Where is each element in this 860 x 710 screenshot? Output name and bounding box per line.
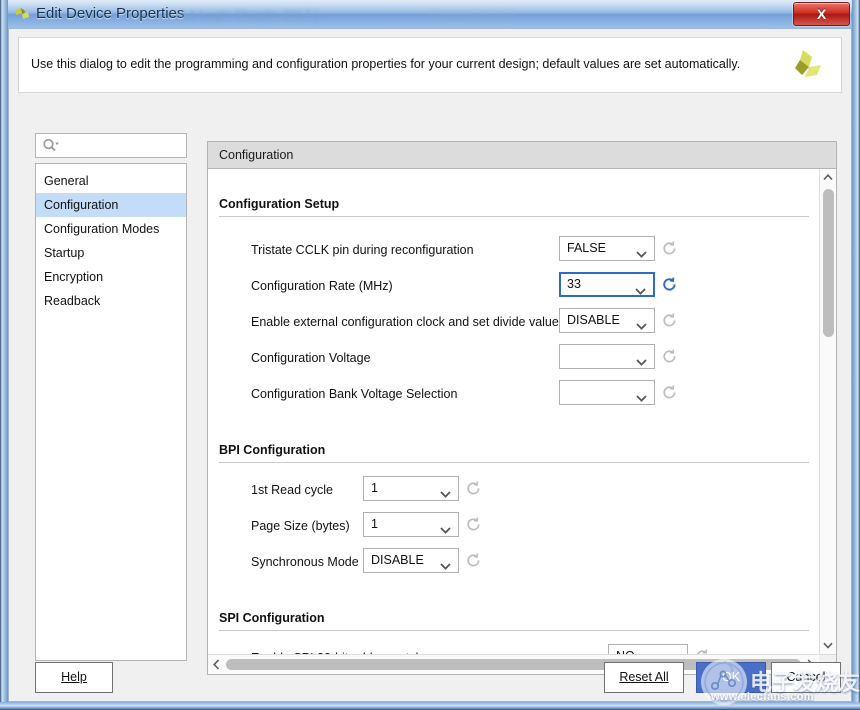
vivado-logo-icon <box>14 7 30 22</box>
info-banner: Use this dialog to edit the programming … <box>18 37 842 93</box>
sidebar-item-label: Readback <box>44 294 100 308</box>
field-label-synchronous-mode: Synchronous Mode <box>251 555 359 569</box>
vertical-scrollbar[interactable] <box>819 169 836 654</box>
field-label-external-config-clock: Enable external configuration clock and … <box>251 315 559 329</box>
reset-icon-configuration-rate[interactable] <box>662 277 677 292</box>
xilinx-logo-icon <box>783 48 823 86</box>
chevron-down-icon <box>636 245 647 252</box>
scroll-left-button[interactable] <box>208 655 225 674</box>
section-title-configuration-setup: Configuration Setup <box>219 197 339 211</box>
field-label-configuration-voltage: Configuration Voltage <box>251 351 371 365</box>
chevron-down-icon <box>636 317 647 324</box>
title-bar: Edit Device Properties 4.1 Logic Shapite… <box>0 0 860 28</box>
field-label-first-read-cycle: 1st Read cycle <box>251 483 333 497</box>
combo-value: 1 <box>371 481 378 495</box>
scroll-up-button[interactable] <box>820 169 836 186</box>
chevron-down-icon <box>635 282 646 289</box>
section-divider <box>219 462 809 463</box>
combo-tristate-cclk[interactable]: FALSE <box>559 236 655 261</box>
reset-icon-config-bank-voltage[interactable] <box>662 385 677 400</box>
help-button[interactable]: Help <box>35 662 113 693</box>
sidebar-item-label: Encryption <box>44 270 103 284</box>
chevron-down-icon <box>440 521 451 528</box>
combo-config-bank-voltage[interactable] <box>559 380 655 405</box>
combo-value: DISABLE <box>371 553 424 567</box>
ok-button[interactable]: OK <box>696 662 766 693</box>
reset-icon-external-config-clock[interactable] <box>662 313 677 328</box>
reset-icon-tristate-cclk[interactable] <box>662 241 677 256</box>
window-frame-bottom <box>0 702 860 710</box>
close-button[interactable]: X <box>793 2 850 26</box>
combo-value: DISABLE <box>567 313 620 327</box>
combo-external-config-clock[interactable]: DISABLE <box>559 308 655 333</box>
window-title-ghost: 4.1 Logic Shapite 2017 ) <box>178 7 319 22</box>
help-button-label: Help <box>61 670 87 684</box>
reset-all-button-label: Reset All <box>619 670 668 684</box>
window-title: Edit Device Properties <box>36 5 184 22</box>
field-label-configuration-rate: Configuration Rate (MHz) <box>251 279 393 293</box>
reset-icon-synchronous-mode[interactable] <box>466 553 481 568</box>
sidebar-item-encryption[interactable]: Encryption <box>36 265 186 289</box>
combo-first-read-cycle[interactable]: 1 <box>363 476 459 501</box>
field-label-config-bank-voltage: Configuration Bank Voltage Selection <box>251 387 457 401</box>
sidebar-item-label: Configuration Modes <box>44 222 159 236</box>
sidebar-item-general[interactable]: General <box>36 169 186 193</box>
reset-icon-page-size[interactable] <box>466 517 481 532</box>
sidebar-item-readback[interactable]: Readback <box>36 289 186 313</box>
chevron-down-icon <box>440 485 451 492</box>
window-frame-right <box>852 0 860 710</box>
chevron-down-icon <box>440 557 451 564</box>
section-title-spi-configuration: SPI Configuration <box>219 611 325 625</box>
cancel-button-label: Cancel <box>787 670 826 684</box>
window-title-ghost-secondary: Commands Run <box>430 8 517 22</box>
ok-button-label: OK <box>722 670 740 684</box>
sidebar-item-configuration-modes[interactable]: Configuration Modes <box>36 217 186 241</box>
sidebar-item-label: Configuration <box>44 198 118 212</box>
combo-spi-32bit-address[interactable]: NO <box>608 644 688 654</box>
panel-content: Configuration Setup Tristate CCLK pin du… <box>208 169 819 654</box>
search-icon[interactable] <box>42 138 59 154</box>
section-divider <box>219 216 809 217</box>
chevron-down-icon <box>636 353 647 360</box>
combo-configuration-voltage[interactable] <box>559 344 655 369</box>
combo-configuration-rate[interactable]: 33 <box>559 272 655 297</box>
chevron-down-icon <box>636 389 647 396</box>
section-title-bpi-configuration: BPI Configuration <box>219 443 325 457</box>
combo-page-size[interactable]: 1 <box>363 512 459 537</box>
combo-value: FALSE <box>567 241 606 255</box>
sidebar-item-label: General <box>44 174 88 188</box>
search-input[interactable] <box>35 133 187 158</box>
vertical-scroll-thumb[interactable] <box>823 189 834 337</box>
sidebar-nav-list: General Configuration Configuration Mode… <box>35 163 187 661</box>
sidebar: General Configuration Configuration Mode… <box>35 133 187 661</box>
dialog-body: Use this dialog to edit the programming … <box>8 28 852 702</box>
panel-header-title: Configuration <box>219 148 293 162</box>
combo-synchronous-mode[interactable]: DISABLE <box>363 548 459 573</box>
combo-value: 1 <box>371 517 378 531</box>
panel-header: Configuration <box>208 142 836 169</box>
field-label-tristate-cclk: Tristate CCLK pin during reconfiguration <box>251 243 474 257</box>
scroll-down-button[interactable] <box>820 637 836 654</box>
window-frame-left <box>0 0 8 710</box>
section-divider <box>219 630 809 631</box>
reset-icon-configuration-voltage[interactable] <box>662 349 677 364</box>
combo-value: 33 <box>567 277 581 291</box>
reset-icon-first-read-cycle[interactable] <box>466 481 481 496</box>
properties-panel: Configuration Configuration Setup Trista… <box>207 141 837 675</box>
info-banner-text: Use this dialog to edit the programming … <box>31 57 740 71</box>
sidebar-item-configuration[interactable]: Configuration <box>36 193 186 217</box>
field-label-page-size: Page Size (bytes) <box>251 519 350 533</box>
reset-all-button[interactable]: Reset All <box>604 662 684 693</box>
sidebar-item-startup[interactable]: Startup <box>36 241 186 265</box>
sidebar-item-label: Startup <box>44 246 84 260</box>
dialog-window: Edit Device Properties 4.1 Logic Shapite… <box>0 0 860 710</box>
cancel-button[interactable]: Cancel <box>771 662 841 693</box>
